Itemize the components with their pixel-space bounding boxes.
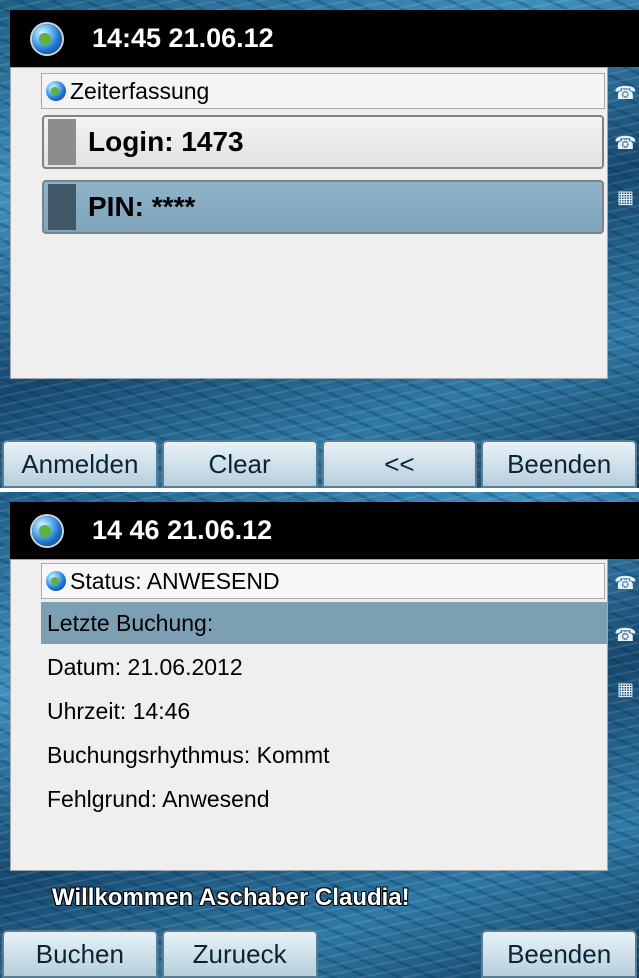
panel-header: Status: ANWESEND [41,563,605,599]
phone-line-icon[interactable]: ☎ [612,624,639,646]
welcome-message: Willkommen Aschaber Claudia! [52,884,410,911]
anmelden-softkey[interactable]: Anmelden [2,440,158,488]
globe-icon [46,571,66,591]
phone-line-icon[interactable]: ☎ [612,82,639,104]
buchen-softkey[interactable]: Buchen [2,930,158,978]
content-panel: Status: ANWESEND Letzte Buchung: Datum: … [10,559,608,871]
login-field-label: Login: 1473 [88,126,244,157]
pin-field-label: PIN: **** [88,191,196,222]
empty-softkey [322,930,478,978]
title-time-date: 14 46 21.06.12 [92,515,273,545]
pin-field[interactable]: PIN: **** [42,180,604,234]
list-item[interactable]: Uhrzeit: 14:46 [41,690,607,732]
globe-icon [32,515,62,546]
list-item[interactable]: Fehlgrund: Anwesend [41,778,607,820]
zurueck-softkey[interactable]: Zurueck [161,930,318,978]
keypad-icon[interactable]: ▦ [612,186,639,208]
clear-softkey[interactable]: Clear [161,440,318,488]
list-item[interactable]: Datum: 21.06.2012 [41,646,607,688]
content-panel: Zeiterfassung Login: 1473 PIN: **** [10,67,608,379]
field-marker [48,119,76,165]
beenden-softkey[interactable]: Beenden [481,930,637,978]
softkey-bar: Anmelden Clear << Beenden [0,440,639,488]
softkey-bar: Buchen Zurueck Beenden [0,930,639,978]
phone-line-icon[interactable]: ☎ [612,132,639,154]
status-screen: 14 46 21.06.12 Status: ANWESEND Letzte B… [0,492,639,978]
back-softkey[interactable]: << [321,440,478,488]
title-bar: 14 46 21.06.12 [10,502,639,559]
keypad-icon[interactable]: ▦ [612,678,639,700]
app-title: Zeiterfassung [70,77,210,104]
list-item[interactable]: Letzte Buchung: [41,602,607,644]
login-screen: 14:45 21.06.12 Zeiterfassung Login: 1473… [0,0,639,488]
phone-line-icon[interactable]: ☎ [612,572,639,594]
title-bar: 14:45 21.06.12 [10,10,639,67]
title-time-date: 14:45 21.06.12 [92,23,274,53]
beenden-softkey[interactable]: Beenden [481,440,637,488]
field-marker [48,184,76,230]
login-field[interactable]: Login: 1473 [42,115,604,169]
globe-icon [46,81,66,101]
list-item[interactable]: Buchungsrhythmus: Kommt [41,734,607,776]
status-title: Status: ANWESEND [70,567,280,594]
panel-header: Zeiterfassung [41,73,605,109]
globe-icon [32,23,62,54]
